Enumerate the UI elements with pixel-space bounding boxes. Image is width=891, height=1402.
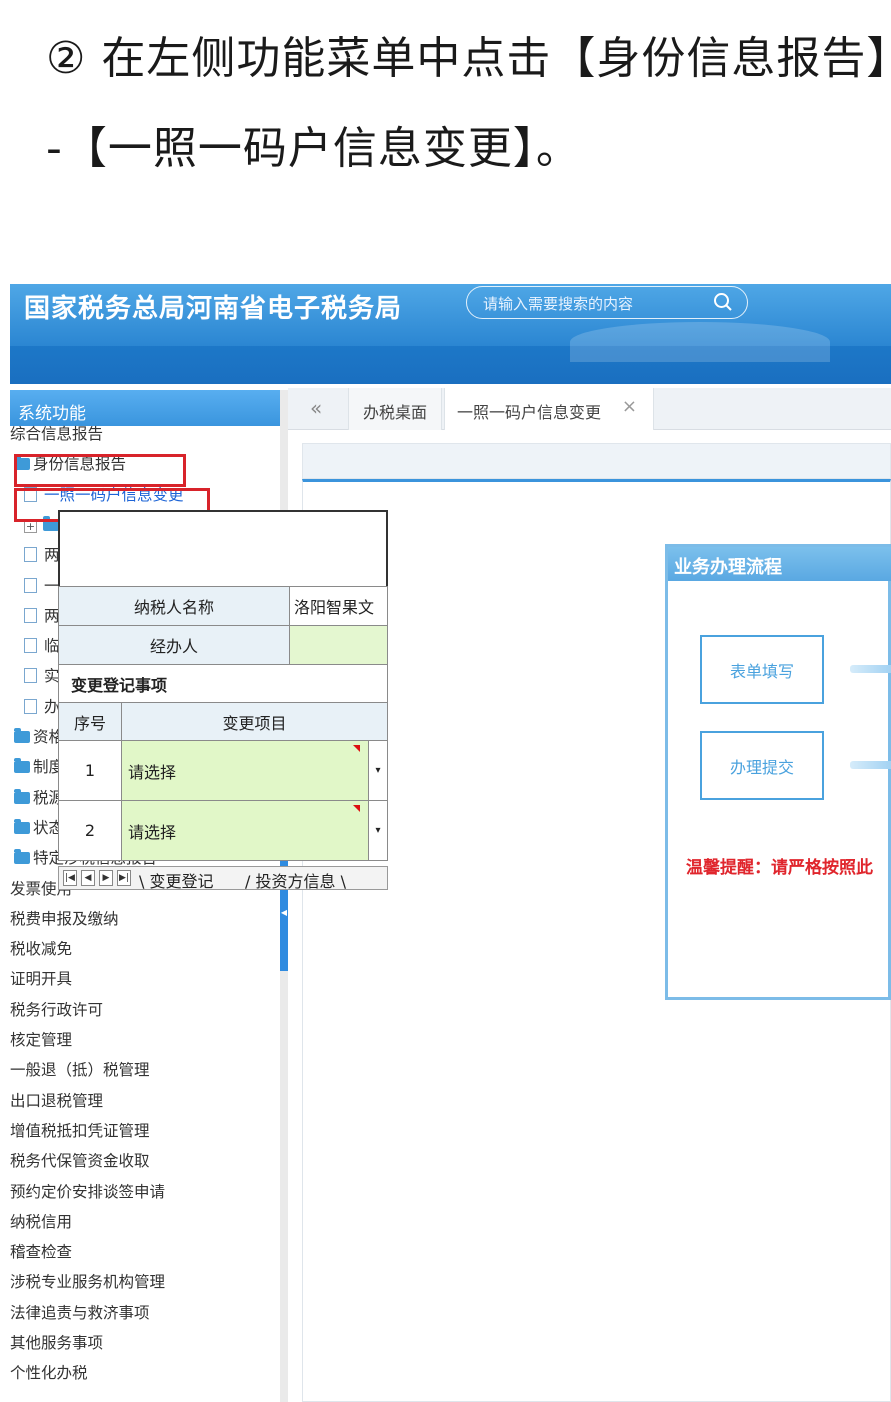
change-form: 纳税人名称 洛阳智果文 经办人 变更登记事项 序号 变更项目 1 请选择 ▾ 2… xyxy=(58,510,388,892)
warm-reminder-text: 温馨提醒：请严格按照此 xyxy=(686,858,873,878)
row-1-dropdown-icon[interactable]: ▾ xyxy=(368,740,388,801)
sidebar-item-label: 税务代保管资金收取 xyxy=(10,1152,150,1171)
sidebar-item[interactable]: 预约定价安排谈签申请 xyxy=(10,1179,165,1205)
sidebar-item[interactable]: 核定管理 xyxy=(10,1027,72,1053)
instruction-line-2: -【一照一码户信息变更】。 xyxy=(46,123,581,174)
highlight-box-identity-report xyxy=(14,454,186,487)
required-marker-icon xyxy=(353,745,360,752)
folder-icon xyxy=(14,788,30,804)
step-submit[interactable]: 办理提交 xyxy=(700,731,824,800)
document-icon xyxy=(24,698,37,714)
sidebar-item[interactable]: 个性化办税 xyxy=(10,1360,88,1386)
folder-icon xyxy=(14,818,30,834)
row-1-change-item-select[interactable]: 请选择 xyxy=(121,740,369,801)
column-header-item: 变更项目 xyxy=(121,702,388,741)
sidebar-item-label: 税费申报及缴纳 xyxy=(10,909,119,928)
sidebar-item-label: 证明开具 xyxy=(10,970,73,989)
sidebar-item-label: 纳税信用 xyxy=(10,1212,73,1231)
document-icon xyxy=(24,638,37,654)
close-icon[interactable]: × xyxy=(622,396,637,417)
last-sheet-icon[interactable]: ▶| xyxy=(117,870,131,886)
step-connector xyxy=(850,665,891,673)
sidebar-item[interactable]: 其他服务事项 xyxy=(10,1330,103,1356)
row-1-seq: 1 xyxy=(58,740,122,801)
sidebar-item[interactable]: 综合信息报告 xyxy=(10,421,103,447)
sidebar-item-label: 税收减免 xyxy=(10,940,73,959)
handler-label: 经办人 xyxy=(58,625,290,665)
sidebar-item-label: 增值税抵扣凭证管理 xyxy=(10,1121,150,1140)
sidebar-item-label: 预约定价安排谈签申请 xyxy=(10,1182,166,1201)
row-2-seq: 2 xyxy=(58,800,122,861)
sidebar-item-label: 出口退税管理 xyxy=(10,1091,104,1110)
search-icon[interactable] xyxy=(713,292,733,312)
sidebar-item[interactable]: 税务行政许可 xyxy=(10,997,103,1023)
instruction-line-1: ② 在左侧功能菜单中点击【身份信息报告】 xyxy=(46,33,891,84)
required-marker-icon xyxy=(353,805,360,812)
next-sheet-icon[interactable]: ▶ xyxy=(99,870,113,886)
sheet-tab-bar: |◀ ◀ ▶ ▶| \ 变更登记 / 投资方信息 \ xyxy=(58,866,388,892)
folder-icon xyxy=(14,758,30,774)
sidebar-item-label: 核定管理 xyxy=(10,1031,73,1049)
tab-label: 办税桌面 xyxy=(362,403,427,422)
sheet-tab-label: 投资方信息 xyxy=(255,872,336,891)
form-header-area xyxy=(58,510,388,587)
header-banner: 国家税务总局河南省电子税务局 请输入需要搜索的内容 xyxy=(10,284,891,384)
select-value: 请选择 xyxy=(128,762,177,782)
sidebar-item-label: 法律追责与救济事项 xyxy=(10,1303,150,1322)
screenshot-frame: 国家税务总局河南省电子税务局 请输入需要搜索的内容 系统功能 ◀ 综合信息报告身… xyxy=(10,284,891,1402)
collapse-arrow-icon[interactable]: ◀ xyxy=(280,906,288,920)
step-connector xyxy=(850,761,891,769)
sidebar-item[interactable]: 税务代保管资金收取 xyxy=(10,1148,150,1174)
sidebar-item[interactable]: 增值税抵扣凭证管理 xyxy=(10,1118,150,1144)
sidebar-item[interactable]: 纳税信用 xyxy=(10,1209,72,1235)
process-popup: 业务办理流程 表单填写 办理提交 温馨提醒：请严格按照此 xyxy=(665,544,891,1000)
step-form-fill[interactable]: 表单填写 xyxy=(700,635,824,704)
sidebar-item[interactable]: 税收减免 xyxy=(10,936,72,962)
sidebar-item-label: 个性化办税 xyxy=(10,1364,88,1383)
sidebar-item[interactable]: 一般退（抵）税管理 xyxy=(10,1057,150,1083)
sidebar-item[interactable]: 法律追责与救济事项 xyxy=(10,1300,150,1326)
prev-sheet-icon[interactable]: ◀ xyxy=(81,870,95,886)
sheet-tab-change-registration[interactable]: \ 变更登记 xyxy=(139,868,214,892)
site-title: 国家税务总局河南省电子税务局 xyxy=(24,294,403,324)
row-2-dropdown-icon[interactable]: ▾ xyxy=(368,800,388,861)
sidebar-item-label: 稽查检查 xyxy=(10,1243,73,1262)
sidebar-item-label: 其他服务事项 xyxy=(10,1334,104,1352)
banner-hill-decoration xyxy=(570,322,830,362)
sidebar-item-label: 一般退（抵）税管理 xyxy=(10,1061,150,1080)
sidebar-item[interactable]: 证明开具 xyxy=(10,966,72,992)
sidebar-item[interactable]: 税费申报及缴纳 xyxy=(10,906,119,932)
first-sheet-icon[interactable]: |◀ xyxy=(63,870,77,886)
taxpayer-name-value: 洛阳智果文 xyxy=(289,586,388,626)
sidebar-item-label: 税务行政许可 xyxy=(10,1000,104,1019)
document-icon xyxy=(24,577,37,593)
content-toolbar-strip xyxy=(302,443,891,479)
select-value: 请选择 xyxy=(128,822,177,842)
search-box[interactable]: 请输入需要搜索的内容 xyxy=(466,286,748,319)
tab-back-icon[interactable]: « xyxy=(310,396,322,420)
taxpayer-name-label: 纳税人名称 xyxy=(58,586,290,626)
tab-info-change[interactable]: 一照一码户信息变更 × xyxy=(444,388,654,430)
row-2-change-item-select[interactable]: 请选择 xyxy=(121,800,369,861)
popup-title: 业务办理流程 xyxy=(668,547,891,581)
sheet-tab-investor-info[interactable]: / 投资方信息 \ xyxy=(245,868,346,892)
document-icon xyxy=(24,668,37,684)
handler-field[interactable] xyxy=(289,625,388,665)
tab-label: 一照一码户信息变更 xyxy=(457,403,602,422)
folder-icon xyxy=(14,728,30,743)
document-icon xyxy=(24,607,37,623)
sheet-tab-label: 变更登记 xyxy=(149,872,214,891)
sidebar-item[interactable]: 涉税专业服务机构管理 xyxy=(10,1269,165,1295)
sidebar-item-label: 涉税专业服务机构管理 xyxy=(10,1273,166,1292)
sidebar-item-label: 综合信息报告 xyxy=(10,425,104,443)
search-input[interactable]: 请输入需要搜索的内容 xyxy=(483,293,633,314)
sidebar-item[interactable]: 出口退税管理 xyxy=(10,1088,103,1114)
tab-tax-desktop[interactable]: 办税桌面 xyxy=(348,388,442,430)
document-icon xyxy=(24,547,37,563)
sidebar-item[interactable]: 稽查检查 xyxy=(10,1239,72,1265)
column-header-seq: 序号 xyxy=(58,702,122,741)
folder-icon xyxy=(14,849,30,865)
section-title: 变更登记事项 xyxy=(58,664,388,703)
tab-bar: « 办税桌面 一照一码户信息变更 × xyxy=(288,388,891,430)
